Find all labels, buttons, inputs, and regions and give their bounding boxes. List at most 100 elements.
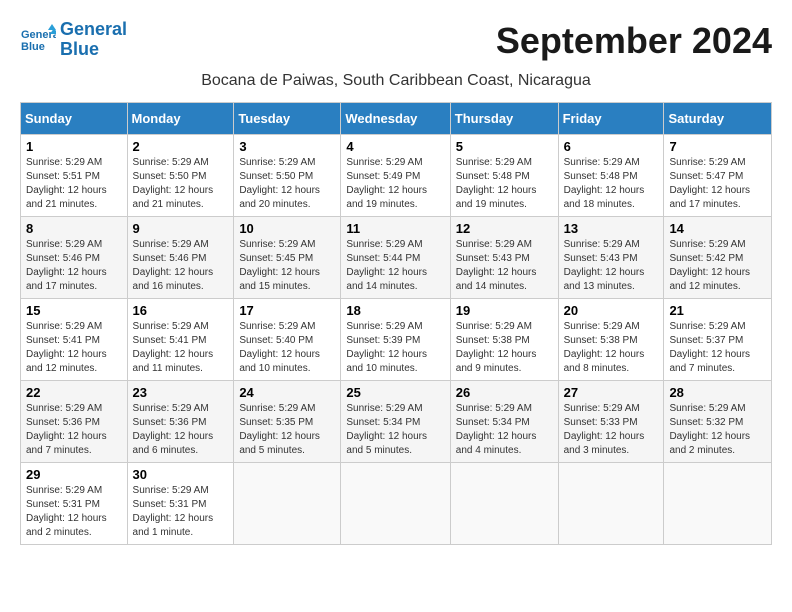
calendar-cell	[450, 462, 558, 544]
logo-icon: General Blue	[20, 22, 56, 58]
day-info: Sunrise: 5:29 AMSunset: 5:48 PMDaylight:…	[456, 156, 553, 212]
day-info: Sunrise: 5:29 AMSunset: 5:41 PMDaylight:…	[26, 320, 122, 376]
calendar-cell: 29 Sunrise: 5:29 AMSunset: 5:31 PMDayligh…	[21, 462, 128, 544]
location-label: Bocana de Paiwas, South Caribbean Coast,…	[20, 72, 772, 90]
weekday-header-thursday: Thursday	[450, 102, 558, 134]
weekday-header-tuesday: Tuesday	[234, 102, 341, 134]
calendar-cell: 15 Sunrise: 5:29 AMSunset: 5:41 PMDayligh…	[21, 298, 128, 380]
day-info: Sunrise: 5:29 AMSunset: 5:49 PMDaylight:…	[346, 156, 444, 212]
day-info: Sunrise: 5:29 AMSunset: 5:42 PMDaylight:…	[669, 238, 766, 294]
logo-line2: Blue	[60, 39, 99, 59]
day-info: Sunrise: 5:29 AMSunset: 5:39 PMDaylight:…	[346, 320, 444, 376]
day-number: 27	[564, 385, 659, 400]
day-number: 20	[564, 303, 659, 318]
day-number: 12	[456, 221, 553, 236]
calendar-cell: 3 Sunrise: 5:29 AMSunset: 5:50 PMDaylight…	[234, 134, 341, 216]
calendar-cell: 7Sunrise: 5:29 AMSunset: 5:47 PMDaylight…	[664, 134, 772, 216]
day-number: 21	[669, 303, 766, 318]
calendar-cell	[341, 462, 450, 544]
month-year-title: September 2024	[496, 20, 772, 62]
day-number: 11	[346, 221, 444, 236]
day-info: Sunrise: 5:29 AMSunset: 5:38 PMDaylight:…	[456, 320, 553, 376]
weekday-header-monday: Monday	[127, 102, 234, 134]
calendar-cell: 19 Sunrise: 5:29 AMSunset: 5:38 PMDayligh…	[450, 298, 558, 380]
day-info: Sunrise: 5:29 AMSunset: 5:41 PMDaylight:…	[133, 320, 229, 376]
day-info: Sunrise: 5:29 AMSunset: 5:48 PMDaylight:…	[564, 156, 659, 212]
day-number: 6	[564, 139, 659, 154]
calendar-cell: 16 Sunrise: 5:29 AMSunset: 5:41 PMDayligh…	[127, 298, 234, 380]
calendar-cell: 27Sunrise: 5:29 AMSunset: 5:33 PMDayligh…	[558, 380, 664, 462]
day-number: 18	[346, 303, 444, 318]
calendar-cell: 4 Sunrise: 5:29 AMSunset: 5:49 PMDaylight…	[341, 134, 450, 216]
calendar-cell: 8 Sunrise: 5:29 AMSunset: 5:46 PMDaylight…	[21, 216, 128, 298]
day-info: Sunrise: 5:29 AMSunset: 5:46 PMDaylight:…	[133, 238, 229, 294]
day-info: Sunrise: 5:29 AMSunset: 5:46 PMDaylight:…	[26, 238, 122, 294]
day-number: 8	[26, 221, 122, 236]
day-number: 30	[133, 467, 229, 482]
calendar-cell: 9 Sunrise: 5:29 AMSunset: 5:46 PMDaylight…	[127, 216, 234, 298]
calendar-cell: 24 Sunrise: 5:29 AMSunset: 5:35 PMDayligh…	[234, 380, 341, 462]
day-info: Sunrise: 5:29 AMSunset: 5:32 PMDaylight:…	[669, 402, 766, 458]
calendar-cell	[558, 462, 664, 544]
day-number: 13	[564, 221, 659, 236]
day-number: 2	[133, 139, 229, 154]
calendar-cell: 6 Sunrise: 5:29 AMSunset: 5:48 PMDaylight…	[558, 134, 664, 216]
calendar-cell: 2 Sunrise: 5:29 AMSunset: 5:50 PMDaylight…	[127, 134, 234, 216]
day-info: Sunrise: 5:29 AMSunset: 5:43 PMDaylight:…	[456, 238, 553, 294]
day-info: Sunrise: 5:29 AMSunset: 5:31 PMDaylight:…	[133, 484, 229, 540]
day-number: 17	[239, 303, 335, 318]
day-info: Sunrise: 5:29 AMSunset: 5:36 PMDaylight:…	[26, 402, 122, 458]
day-number: 16	[133, 303, 229, 318]
day-number: 10	[239, 221, 335, 236]
calendar-cell: 12 Sunrise: 5:29 AMSunset: 5:43 PMDayligh…	[450, 216, 558, 298]
svg-text:Blue: Blue	[21, 41, 45, 53]
day-number: 3	[239, 139, 335, 154]
day-info: Sunrise: 5:29 AMSunset: 5:31 PMDaylight:…	[26, 484, 122, 540]
calendar-cell: 21 Sunrise: 5:29 AMSunset: 5:37 PMDayligh…	[664, 298, 772, 380]
weekday-header-saturday: Saturday	[664, 102, 772, 134]
day-number: 5	[456, 139, 553, 154]
calendar-table: SundayMondayTuesdayWednesdayThursdayFrid…	[20, 102, 772, 545]
calendar-cell: 11 Sunrise: 5:29 AMSunset: 5:44 PMDayligh…	[341, 216, 450, 298]
logo: General Blue General Blue	[20, 20, 127, 60]
day-info: Sunrise: 5:29 AMSunset: 5:38 PMDaylight:…	[564, 320, 659, 376]
day-info: Sunrise: 5:29 AMSunset: 5:47 PMDaylight:…	[669, 156, 766, 212]
day-number: 14	[669, 221, 766, 236]
day-info: Sunrise: 5:29 AMSunset: 5:43 PMDaylight:…	[564, 238, 659, 294]
day-number: 15	[26, 303, 122, 318]
calendar-cell: 13 Sunrise: 5:29 AMSunset: 5:43 PMDayligh…	[558, 216, 664, 298]
day-info: Sunrise: 5:29 AMSunset: 5:34 PMDaylight:…	[456, 402, 553, 458]
calendar-cell: 30 Sunrise: 5:29 AMSunset: 5:31 PMDayligh…	[127, 462, 234, 544]
day-number: 19	[456, 303, 553, 318]
day-info: Sunrise: 5:29 AMSunset: 5:35 PMDaylight:…	[239, 402, 335, 458]
day-info: Sunrise: 5:29 AMSunset: 5:51 PMDaylight:…	[26, 156, 122, 212]
day-number: 22	[26, 385, 122, 400]
weekday-header-wednesday: Wednesday	[341, 102, 450, 134]
day-number: 1	[26, 139, 122, 154]
calendar-cell: 25 Sunrise: 5:29 AMSunset: 5:34 PMDayligh…	[341, 380, 450, 462]
day-info: Sunrise: 5:29 AMSunset: 5:50 PMDaylight:…	[133, 156, 229, 212]
day-info: Sunrise: 5:29 AMSunset: 5:36 PMDaylight:…	[133, 402, 229, 458]
day-number: 28	[669, 385, 766, 400]
calendar-cell: 18 Sunrise: 5:29 AMSunset: 5:39 PMDayligh…	[341, 298, 450, 380]
day-info: Sunrise: 5:29 AMSunset: 5:50 PMDaylight:…	[239, 156, 335, 212]
calendar-cell: 14 Sunrise: 5:29 AMSunset: 5:42 PMDayligh…	[664, 216, 772, 298]
day-number: 4	[346, 139, 444, 154]
day-info: Sunrise: 5:29 AMSunset: 5:37 PMDaylight:…	[669, 320, 766, 376]
day-number: 9	[133, 221, 229, 236]
day-number: 25	[346, 385, 444, 400]
day-info: Sunrise: 5:29 AMSunset: 5:45 PMDaylight:…	[239, 238, 335, 294]
svg-text:General: General	[21, 29, 56, 41]
calendar-cell: 28 Sunrise: 5:29 AMSunset: 5:32 PMDayligh…	[664, 380, 772, 462]
day-info: Sunrise: 5:29 AMSunset: 5:40 PMDaylight:…	[239, 320, 335, 376]
calendar-cell	[664, 462, 772, 544]
day-info: Sunrise: 5:29 AMSunset: 5:34 PMDaylight:…	[346, 402, 444, 458]
weekday-header-friday: Friday	[558, 102, 664, 134]
calendar-cell: 23Sunrise: 5:29 AMSunset: 5:36 PMDayligh…	[127, 380, 234, 462]
day-info: Sunrise: 5:29 AMSunset: 5:44 PMDaylight:…	[346, 238, 444, 294]
calendar-cell: 10 Sunrise: 5:29 AMSunset: 5:45 PMDayligh…	[234, 216, 341, 298]
calendar-cell: 20 Sunrise: 5:29 AMSunset: 5:38 PMDayligh…	[558, 298, 664, 380]
day-number: 29	[26, 467, 122, 482]
day-number: 26	[456, 385, 553, 400]
day-number: 24	[239, 385, 335, 400]
